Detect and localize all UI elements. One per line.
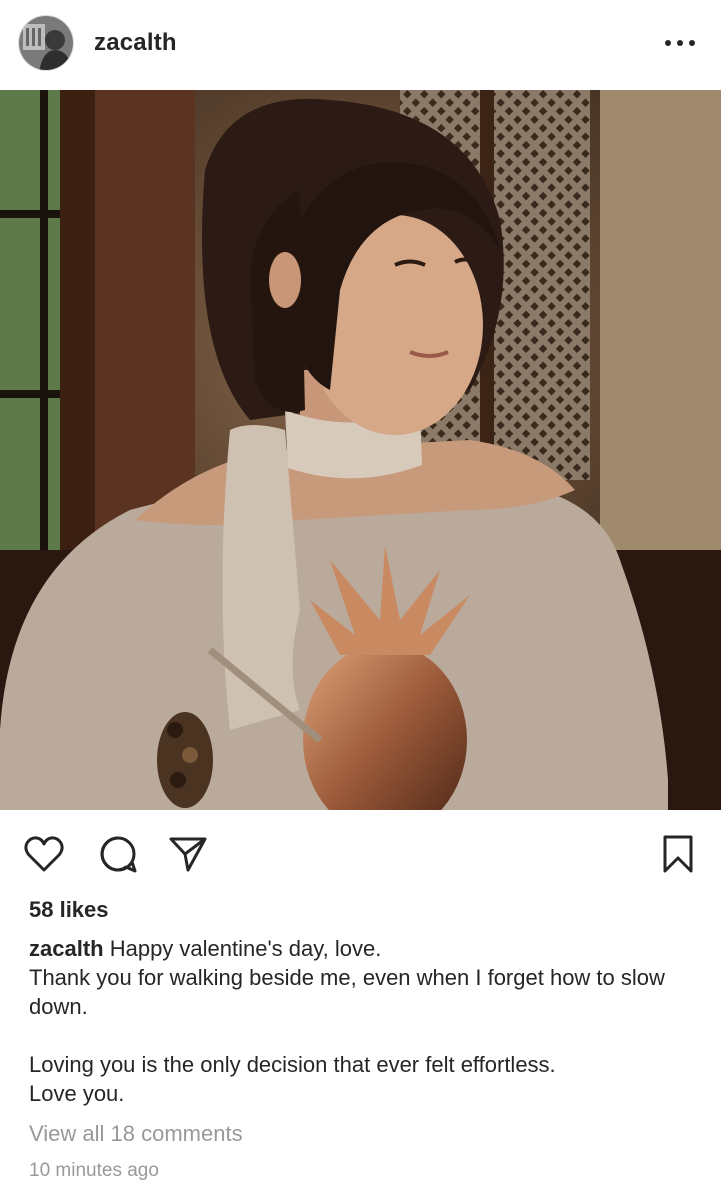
caption-text-4: Love you. xyxy=(29,1081,125,1106)
heart-icon[interactable] xyxy=(22,832,66,876)
comment-bubble-icon[interactable] xyxy=(96,832,140,876)
post-caption: zacalth Happy valentine's day, love. Tha… xyxy=(29,934,709,1108)
post-header: zacalth xyxy=(0,0,721,90)
post-username[interactable]: zacalth xyxy=(94,29,177,57)
avatar[interactable] xyxy=(18,15,74,71)
post-timestamp: 10 minutes ago xyxy=(29,1160,159,1181)
post-photo[interactable] xyxy=(0,90,721,810)
action-bar xyxy=(0,810,721,896)
caption-text-2: Thank you for walking beside me, even wh… xyxy=(29,965,665,1019)
bookmark-icon[interactable] xyxy=(656,832,700,876)
likes-count[interactable]: 58 likes xyxy=(29,897,109,923)
caption-text-3: Loving you is the only decision that eve… xyxy=(29,1052,556,1077)
caption-text-1: Happy valentine's day, love. xyxy=(103,936,382,961)
paper-plane-icon[interactable] xyxy=(166,832,210,876)
caption-username[interactable]: zacalth xyxy=(29,936,104,961)
view-comments-link[interactable]: View all 18 comments xyxy=(29,1121,243,1147)
caption-line-1: zacalth Happy valentine's day, love. xyxy=(29,934,709,963)
more-options-icon[interactable] xyxy=(665,30,695,56)
